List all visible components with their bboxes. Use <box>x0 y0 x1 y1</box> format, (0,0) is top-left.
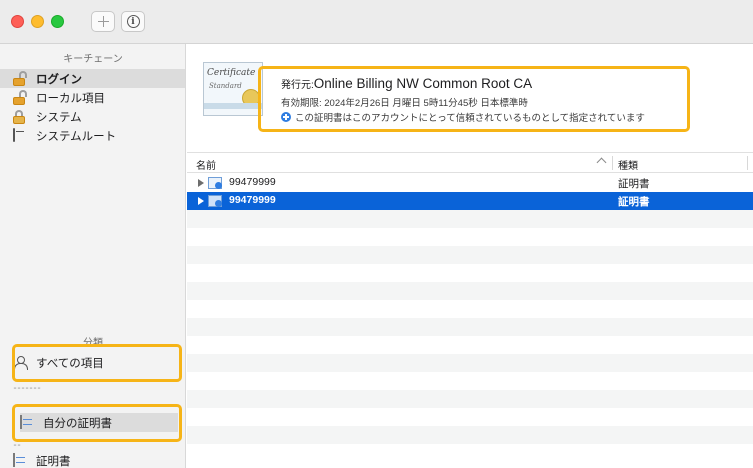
padlock-open-icon <box>13 90 29 105</box>
add-item-button[interactable] <box>91 11 115 32</box>
certificate-icon <box>208 195 222 207</box>
table-row-empty <box>187 336 753 354</box>
table-row-empty <box>187 228 753 246</box>
highlight-my-certificates <box>12 404 182 442</box>
table-row-empty <box>187 300 753 318</box>
column-header-kind[interactable]: 種類 <box>618 157 638 172</box>
table-row-empty <box>187 408 753 426</box>
sidebar-item-certificates[interactable]: 証明書 <box>13 452 71 468</box>
info-button[interactable]: i <box>121 11 145 32</box>
table-row-empty <box>187 354 753 372</box>
sidebar-item-label: ローカル項目 <box>36 93 105 105</box>
table-row-empty <box>187 264 753 282</box>
sidebar-item-system[interactable]: システム <box>13 108 82 126</box>
cell-name: 99479999 <box>229 194 276 206</box>
obscured-item: ⁃⁃⁃⁃⁃⁃⁃ <box>13 384 41 393</box>
table-row-empty <box>187 318 753 336</box>
cell-kind: 証明書 <box>618 178 650 190</box>
zoom-window-button[interactable] <box>51 15 64 28</box>
cell-kind: 証明書 <box>618 196 650 208</box>
certificate-icon <box>208 177 222 189</box>
disclosure-triangle-icon[interactable] <box>198 197 204 205</box>
folder-icon <box>13 128 29 143</box>
highlight-all-items <box>12 344 182 382</box>
column-divider[interactable] <box>612 156 613 170</box>
certificate-thumbnail-icon: Certificate Standard <box>203 62 263 116</box>
sidebar-item-label: 証明書 <box>36 456 71 468</box>
disclosure-triangle-icon[interactable] <box>198 179 204 187</box>
keychains-header: キーチェーン <box>63 54 123 65</box>
padlock-open-icon <box>13 71 29 86</box>
minimize-window-button[interactable] <box>31 15 44 28</box>
table-row-empty <box>187 246 753 264</box>
table-row-empty <box>187 444 753 462</box>
cell-name: 99479999 <box>229 176 276 188</box>
table-row-empty <box>187 210 753 228</box>
sidebar-item-login[interactable]: ログイン <box>13 70 82 88</box>
plus-icon <box>97 16 109 27</box>
sidebar-item-label: システムルート <box>36 131 117 143</box>
table-row-empty <box>187 426 753 444</box>
close-window-button[interactable] <box>11 15 24 28</box>
column-header-name[interactable]: 名前 <box>196 157 216 172</box>
table-header: 名前 種類 <box>187 152 753 173</box>
table-row-empty <box>187 282 753 300</box>
column-divider[interactable] <box>747 156 748 170</box>
padlock-closed-icon <box>13 110 29 124</box>
table-row-empty <box>187 390 753 408</box>
sidebar-item-label: システム <box>36 112 82 124</box>
window-toolbar: i <box>0 0 753 44</box>
certificate-icon <box>13 453 29 468</box>
highlight-cert-info <box>258 66 690 132</box>
obscured-item: ⁃⁃ <box>13 441 21 450</box>
table-row[interactable]: 99479999 証明書 <box>187 192 753 210</box>
sidebar-item-local-items[interactable]: ローカル項目 <box>13 89 105 107</box>
sidebar-item-system-roots[interactable]: システムルート <box>13 127 116 145</box>
info-icon: i <box>126 15 140 28</box>
sidebar-item-label: ログイン <box>36 74 82 86</box>
table-row-empty <box>187 372 753 390</box>
certificate-list: 99479999 証明書 99479999 証明書 <box>187 174 753 468</box>
table-row[interactable]: 99479999 証明書 <box>187 174 753 192</box>
sort-ascending-icon[interactable] <box>596 157 607 168</box>
